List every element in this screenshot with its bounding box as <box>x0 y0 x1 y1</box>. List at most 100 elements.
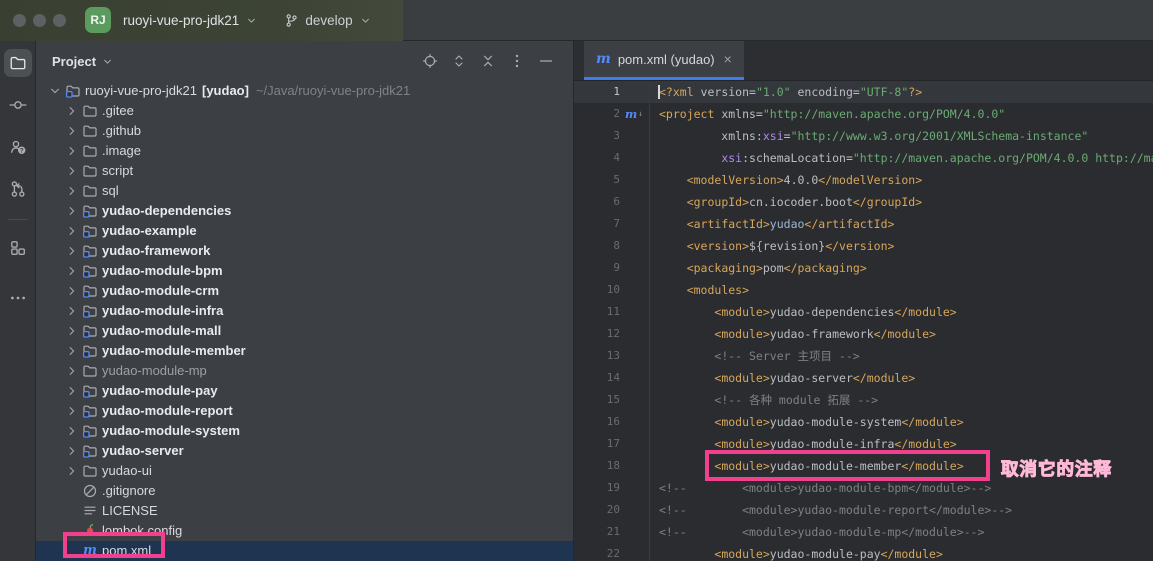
tree-item-sql[interactable]: sql <box>36 181 573 201</box>
expand-all-icon[interactable] <box>450 52 468 70</box>
chevron-right-icon[interactable] <box>63 284 80 298</box>
more-vertical-icon[interactable] <box>508 52 526 70</box>
chevron-right-icon[interactable] <box>63 464 80 478</box>
chevron-right-icon[interactable] <box>63 124 80 138</box>
code-line-2[interactable]: 2m↓<project xmlns="http://maven.apache.o… <box>574 103 1153 125</box>
code-line-17[interactable]: 17 <module>yudao-module-infra</module> <box>574 433 1153 455</box>
code-line-1[interactable]: 1<?xml version="1.0" encoding="UTF-8"?> <box>574 81 1153 103</box>
code-line-22[interactable]: 22 <module>yudao-module-pay</module> <box>574 543 1153 561</box>
window-maximize-button[interactable] <box>53 14 66 27</box>
gutter[interactable]: 22 <box>574 543 650 561</box>
code-line-9[interactable]: 9 <packaging>pom</packaging> <box>574 257 1153 279</box>
code-line-12[interactable]: 12 <module>yudao-framework</module> <box>574 323 1153 345</box>
chevron-right-icon[interactable] <box>63 164 80 178</box>
collapse-all-icon[interactable] <box>479 52 497 70</box>
project-selector[interactable]: ruoyi-vue-pro-jdk21 <box>117 9 264 32</box>
tree-item-yudao-module-infra[interactable]: yudao-module-infra <box>36 301 573 321</box>
code-line-7[interactable]: 7 <artifactId>yudao</artifactId> <box>574 213 1153 235</box>
gutter[interactable]: 7 <box>574 213 650 235</box>
pull-requests-icon[interactable] <box>4 175 32 203</box>
code-area[interactable]: 1<?xml version="1.0" encoding="UTF-8"?>2… <box>574 81 1153 561</box>
code-line-11[interactable]: 11 <module>yudao-dependencies</module> <box>574 301 1153 323</box>
gutter[interactable]: 1 <box>574 81 650 103</box>
gutter[interactable]: 2m↓ <box>574 103 650 125</box>
chevron-right-icon[interactable] <box>63 324 80 338</box>
chevron-right-icon[interactable] <box>63 384 80 398</box>
gutter[interactable]: 6 <box>574 191 650 213</box>
gutter[interactable]: 3 <box>574 125 650 147</box>
tree-item-yudao-module-report[interactable]: yudao-module-report <box>36 401 573 421</box>
tree-item-gitignore[interactable]: .gitignore <box>36 481 573 501</box>
tree-item-yudao-ui[interactable]: yudao-ui <box>36 461 573 481</box>
tree-item-yudao-module-member[interactable]: yudao-module-member <box>36 341 573 361</box>
tree-item-yudao-framework[interactable]: yudao-framework <box>36 241 573 261</box>
tree-item-yudao-module-bpm[interactable]: yudao-module-bpm <box>36 261 573 281</box>
maven-refresh-icon[interactable]: m↓ <box>620 103 648 125</box>
gutter[interactable]: 8 <box>574 235 650 257</box>
gutter[interactable]: 10 <box>574 279 650 301</box>
code-line-13[interactable]: 13 <!-- Server 主项目 --> <box>574 345 1153 367</box>
gutter[interactable]: 15 <box>574 389 650 411</box>
chevron-right-icon[interactable] <box>63 204 80 218</box>
collaboration-icon[interactable]: ? <box>4 133 32 161</box>
tree-item-yudao-dependencies[interactable]: yudao-dependencies <box>36 201 573 221</box>
gutter[interactable]: 9 <box>574 257 650 279</box>
chevron-right-icon[interactable] <box>63 364 80 378</box>
code-line-6[interactable]: 6 <groupId>cn.iocoder.boot</groupId> <box>574 191 1153 213</box>
code-line-8[interactable]: 8 <version>${revision}</version> <box>574 235 1153 257</box>
project-folder-icon[interactable] <box>4 49 32 77</box>
code-line-18[interactable]: 18 <module>yudao-module-member</module> <box>574 455 1153 477</box>
tree-item-github[interactable]: .github <box>36 121 573 141</box>
project-panel-title[interactable]: Project <box>52 54 114 69</box>
code-line-14[interactable]: 14 <module>yudao-server</module> <box>574 367 1153 389</box>
chevron-right-icon[interactable] <box>63 144 80 158</box>
gutter[interactable]: 19 <box>574 477 650 499</box>
code-line-5[interactable]: 5 <modelVersion>4.0.0</modelVersion> <box>574 169 1153 191</box>
gutter[interactable]: 5 <box>574 169 650 191</box>
gutter[interactable]: 12 <box>574 323 650 345</box>
more-icon[interactable] <box>4 284 32 312</box>
chevron-right-icon[interactable] <box>63 424 80 438</box>
gutter[interactable]: 21 <box>574 521 650 543</box>
tree-item-yudao-example[interactable]: yudao-example <box>36 221 573 241</box>
gutter[interactable]: 11 <box>574 301 650 323</box>
hide-icon[interactable] <box>537 52 555 70</box>
branch-selector[interactable]: develop <box>278 9 377 32</box>
gutter[interactable]: 13 <box>574 345 650 367</box>
chevron-right-icon[interactable] <box>63 184 80 198</box>
chevron-right-icon[interactable] <box>63 224 80 238</box>
tree-item-yudao-module-crm[interactable]: yudao-module-crm <box>36 281 573 301</box>
chevron-down-icon[interactable] <box>46 84 63 98</box>
tree-item-gitee[interactable]: .gitee <box>36 101 573 121</box>
code-line-16[interactable]: 16 <module>yudao-module-system</module> <box>574 411 1153 433</box>
gutter[interactable]: 17 <box>574 433 650 455</box>
code-line-4[interactable]: 4 xsi:schemaLocation="http://maven.apach… <box>574 147 1153 169</box>
window-close-button[interactable] <box>13 14 26 27</box>
tree-item-pom-xml[interactable]: mpom.xml <box>36 541 573 561</box>
code-line-21[interactable]: 21<!-- <module>yudao-module-mp</module>-… <box>574 521 1153 543</box>
tree-item-yudao-module-mall[interactable]: yudao-module-mall <box>36 321 573 341</box>
tab-pom-xml[interactable]: m pom.xml (yudao) × <box>584 41 744 80</box>
gutter[interactable]: 20 <box>574 499 650 521</box>
tree-item-license[interactable]: LICENSE <box>36 501 573 521</box>
chevron-right-icon[interactable] <box>63 264 80 278</box>
structure-icon[interactable] <box>4 234 32 262</box>
chevron-right-icon[interactable] <box>63 304 80 318</box>
code-line-20[interactable]: 20<!-- <module>yudao-module-report</modu… <box>574 499 1153 521</box>
tree-item-script[interactable]: script <box>36 161 573 181</box>
commit-icon[interactable] <box>4 91 32 119</box>
tree-item-yudao-server[interactable]: yudao-server <box>36 441 573 461</box>
chevron-right-icon[interactable] <box>63 104 80 118</box>
tree-item-yudao-module-system[interactable]: yudao-module-system <box>36 421 573 441</box>
code-line-10[interactable]: 10 <modules> <box>574 279 1153 301</box>
tree-item-yudao-module-mp[interactable]: yudao-module-mp <box>36 361 573 381</box>
gutter[interactable]: 14 <box>574 367 650 389</box>
code-line-3[interactable]: 3 xmlns:xsi="http://www.w3.org/2001/XMLS… <box>574 125 1153 147</box>
chevron-right-icon[interactable] <box>63 244 80 258</box>
code-line-15[interactable]: 15 <!-- 各种 module 拓展 --> <box>574 389 1153 411</box>
tree-item-image[interactable]: .image <box>36 141 573 161</box>
tab-close-icon[interactable]: × <box>724 51 732 67</box>
tree-item-yudao-module-pay[interactable]: yudao-module-pay <box>36 381 573 401</box>
chevron-right-icon[interactable] <box>63 444 80 458</box>
chevron-right-icon[interactable] <box>63 404 80 418</box>
